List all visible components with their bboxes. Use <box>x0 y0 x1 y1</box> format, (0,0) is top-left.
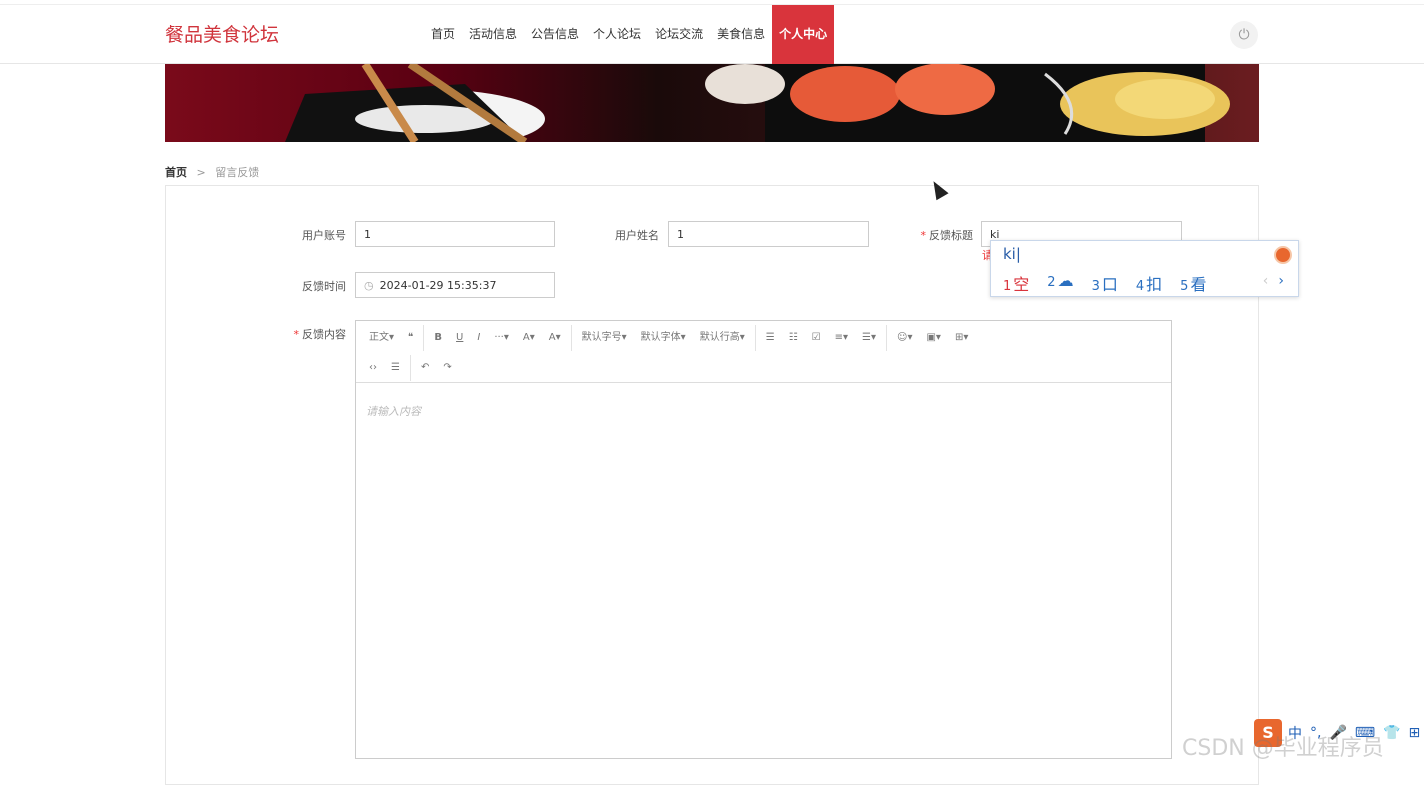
time-label: 反馈时间 <box>302 280 346 293</box>
candidate-number: 3 <box>1091 279 1100 294</box>
time-value: 2024-01-29 15:35:37 <box>379 279 497 292</box>
candidate-text: 看 <box>1190 275 1207 294</box>
ime-composition-text: ki <box>1003 245 1016 263</box>
quote-icon[interactable]: ❝ <box>401 327 420 349</box>
time-input[interactable]: ◷ 2024-01-29 15:35:37 <box>355 272 555 298</box>
nav-personal-center[interactable]: 个人中心 <box>772 5 835 65</box>
nav-announcements[interactable]: 公告信息 <box>524 5 586 65</box>
toolbar-divider <box>886 325 888 351</box>
editor-toolbar: 正文▾ ❝ B U I ···▾ A▾ A▾ 默认字号▾ 默认字体▾ 默认行高▾… <box>356 321 1171 383</box>
nav-home[interactable]: 首页 <box>424 5 462 65</box>
ime-candidate[interactable]: 1空 <box>1003 271 1029 295</box>
bold-icon[interactable]: B <box>427 327 449 349</box>
name-label: 用户姓名 <box>615 229 659 242</box>
paragraph-dropdown[interactable]: 正文▾ <box>362 327 401 349</box>
name-input[interactable]: 1 <box>668 221 869 247</box>
title-label-text: 反馈标题 <box>929 229 973 242</box>
cloud-icon: ☁ <box>1057 271 1074 290</box>
toolbar-row-1: 正文▾ ❝ B U I ···▾ A▾ A▾ 默认字号▾ 默认字体▾ 默认行高▾… <box>362 323 1165 353</box>
power-icon[interactable]: ⏻ <box>1230 21 1258 49</box>
top-navbar: 餐品美食论坛 首页 活动信息 公告信息 个人论坛 论坛交流 美食信息 个人中心 … <box>0 4 1424 65</box>
candidate-number: 2 <box>1047 275 1056 290</box>
editor-placeholder[interactable]: 请输入内容 <box>366 403 421 419</box>
toolbar-divider <box>570 325 572 351</box>
ime-candidate[interactable]: 5看 <box>1180 271 1206 295</box>
redo-icon[interactable]: ↷ <box>436 357 458 379</box>
breadcrumb-current: 留言反馈 <box>215 166 260 179</box>
toolbar-divider <box>754 325 756 351</box>
ime-candidate[interactable]: 4扣 <box>1136 271 1162 295</box>
main-nav: 首页 活动信息 公告信息 个人论坛 论坛交流 美食信息 个人中心 <box>424 5 835 65</box>
breadcrumb-separator: > <box>196 166 206 179</box>
font-size-dropdown[interactable]: 默认字号▾ <box>575 327 634 349</box>
prev-page-icon[interactable]: ‹ <box>1263 273 1269 289</box>
ime-logo-icon <box>1274 246 1292 264</box>
undo-icon[interactable]: ↶ <box>414 357 436 379</box>
table-icon[interactable]: ⊞▾ <box>948 327 975 349</box>
food-banner-image <box>165 64 1259 142</box>
skin-icon[interactable]: 👕 <box>1383 725 1400 741</box>
todo-icon[interactable]: ☑ <box>805 327 828 349</box>
candidate-number: 1 <box>1003 279 1012 294</box>
breadcrumb: 首页 > 留言反馈 <box>165 164 259 180</box>
bullet-list-icon[interactable]: ☰ <box>759 327 782 349</box>
ime-composition: ki| <box>1003 245 1021 263</box>
numbered-list-icon[interactable]: ☷ <box>782 327 805 349</box>
toolbox-icon[interactable]: ⊞ <box>1409 725 1421 741</box>
code-icon[interactable]: ‹› <box>362 357 384 379</box>
align-icon[interactable]: ≡▾ <box>828 327 855 349</box>
nav-activities[interactable]: 活动信息 <box>462 5 524 65</box>
account-label: 用户账号 <box>302 229 346 242</box>
banner-illustration <box>285 64 1230 142</box>
title-label: * 反馈标题 <box>920 229 974 242</box>
candidate-text: 扣 <box>1146 275 1163 294</box>
ime-candidate[interactable]: 2 ☁ <box>1047 271 1073 295</box>
content-label-text: 反馈内容 <box>302 328 346 341</box>
nav-food-info[interactable]: 美食信息 <box>710 5 772 65</box>
divider-line-icon[interactable]: ☰ <box>384 357 407 379</box>
candidate-number: 4 <box>1135 279 1145 294</box>
italic-icon[interactable]: I <box>470 327 487 349</box>
csdn-watermark: CSDN @毕业程序员 <box>1182 736 1384 761</box>
next-page-icon[interactable]: › <box>1278 273 1284 289</box>
ime-candidate-popup: ki| 1空 2 ☁ 3口 4扣 5看 ‹ › <box>990 240 1299 297</box>
clock-icon: ◷ <box>364 279 374 292</box>
candidate-number: 5 <box>1180 279 1189 294</box>
toolbar-divider <box>423 325 425 351</box>
background-color-icon[interactable]: A▾ <box>542 327 568 349</box>
underline-icon[interactable]: U <box>449 327 470 349</box>
more-style-icon[interactable]: ···▾ <box>487 327 516 349</box>
rich-text-editor: 正文▾ ❝ B U I ···▾ A▾ A▾ 默认字号▾ 默认字体▾ 默认行高▾… <box>355 320 1172 759</box>
nav-personal-forum[interactable]: 个人论坛 <box>586 5 648 65</box>
font-family-dropdown[interactable]: 默认字体▾ <box>634 327 693 349</box>
content-label: * 反馈内容 <box>293 328 347 341</box>
ime-candidates: 1空 2 ☁ 3口 4扣 5看 <box>1003 271 1224 295</box>
account-input[interactable]: 1 <box>355 221 555 247</box>
breadcrumb-home[interactable]: 首页 <box>165 166 187 179</box>
ime-page-arrows: ‹ › <box>1263 273 1284 289</box>
emoji-icon[interactable]: ☺▾ <box>890 327 919 349</box>
ime-candidate[interactable]: 3口 <box>1092 271 1118 295</box>
toolbar-row-2: ‹› ☰ ↶ ↷ <box>362 353 1165 383</box>
nav-forum-exchange[interactable]: 论坛交流 <box>648 5 710 65</box>
indent-icon[interactable]: ☰▾ <box>855 327 883 349</box>
line-height-dropdown[interactable]: 默认行高▾ <box>693 327 752 349</box>
site-brand[interactable]: 餐品美食论坛 <box>165 20 279 47</box>
candidate-text: 空 <box>1013 275 1030 294</box>
candidate-text: 口 <box>1101 275 1118 294</box>
font-color-icon[interactable]: A▾ <box>516 327 542 349</box>
toolbar-divider <box>409 355 411 381</box>
image-icon[interactable]: ▣▾ <box>919 327 947 349</box>
